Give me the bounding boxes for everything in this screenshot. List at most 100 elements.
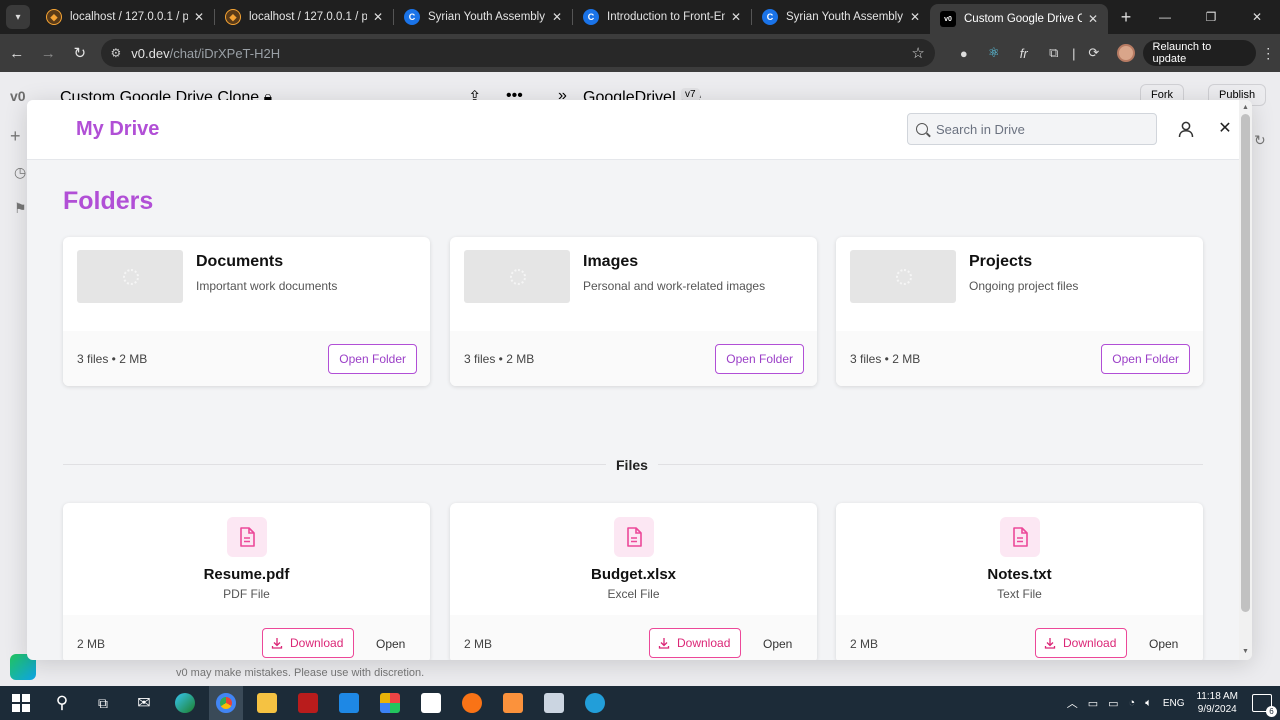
tray-chevron-icon[interactable]: ︿ [1067,695,1078,711]
forward-arrow-icon[interactable]: → [34,38,64,68]
scroll-up-icon[interactable]: ▲ [1242,104,1249,111]
browser-tab-active[interactable]: v0 Custom Google Drive Clon ✕ [930,4,1108,34]
scroll-down-icon[interactable]: ▼ [1242,648,1249,655]
download-icon [271,638,283,649]
app-header: My Drive ✕ [27,100,1239,160]
volume-icon[interactable]: 🔈︎ [1145,697,1152,710]
minimize-icon[interactable]: — [1142,0,1188,34]
battery-icon[interactable]: ▭ [1108,697,1118,710]
puzzle-extensions-icon[interactable]: ⧉ [1039,39,1069,67]
extension-icon[interactable]: ● [949,39,979,67]
tray-app-icon[interactable]: ▭ [1088,697,1098,710]
sync-icon[interactable]: ⟳ [1079,39,1109,67]
app-icon-red[interactable] [291,686,325,720]
close-icon[interactable]: ✕ [910,10,920,24]
wifi-icon[interactable]: ◔ [1129,697,1136,709]
search-box[interactable] [907,113,1157,145]
reload-icon[interactable]: ↻ [65,38,95,68]
folder-thumbnail [77,250,183,303]
tab-title: localhost / 127.0.0.1 / paym [70,11,188,23]
maximize-icon[interactable]: ❐ [1188,0,1234,34]
notification-icon[interactable]: 6 [1252,694,1277,717]
close-icon[interactable]: ✕ [194,10,204,24]
url-path: /chat/iDrXPeT-H2H [169,45,281,61]
new-chat-icon[interactable]: + [10,126,21,147]
user-icon[interactable] [1177,120,1195,138]
open-file-button[interactable]: Open [763,637,792,651]
v0-icon: v0 [940,11,956,27]
browser-tab[interactable]: ◆ localhost / 127.0.0.1 / paym ✕ [215,0,393,34]
folder-card: Images Personal and work-related images … [450,237,817,386]
file-icon [614,517,654,557]
v0-logo[interactable]: v0 [10,88,26,104]
task-view-icon[interactable]: ⧉ [86,686,120,720]
new-tab-button[interactable]: + [1112,3,1140,31]
chrome-icon[interactable] [209,686,243,720]
open-file-button[interactable]: Open [1149,637,1178,651]
vscode-icon[interactable] [332,686,366,720]
file-size: 2 MB [77,637,106,651]
projects-icon[interactable]: ⚑ [14,200,27,217]
tab-title: Syrian Youth Assembly|Glo [428,11,546,23]
site-info-icon[interactable]: ⚙ [111,46,122,60]
browser-tab[interactable]: C Syrian Youth Assembly|Glo ✕ [394,0,572,34]
browser-tab-strip: ▾ ◆ localhost / 127.0.0.1 / paym ✕ ◆ loc… [0,0,1280,34]
close-icon[interactable]: ✕ [731,10,741,24]
url-host: v0.dev [131,45,170,61]
history-icon[interactable]: ◷ [14,164,26,181]
code-editor-icon[interactable] [414,686,448,720]
folder-description: Personal and work-related images [583,279,766,293]
bookmark-star-icon[interactable]: ☆ [911,44,924,62]
tab-title: Introduction to Front-End [607,11,725,23]
download-button[interactable]: Download [649,628,742,658]
folder-card: Documents Important work documents 3 fil… [63,237,430,386]
folder-footer: 3 files • 2 MB Open Folder [836,331,1203,386]
close-icon[interactable]: ✕ [373,10,383,24]
browser-tab[interactable]: ◆ localhost / 127.0.0.1 / paym ✕ [36,0,214,34]
file-footer: 2 MB Download Open [836,615,1203,660]
c-icon: C [583,9,599,25]
close-icon[interactable]: ✕ [1088,12,1098,26]
download-label: Download [1063,636,1117,650]
back-arrow-icon[interactable]: ← [2,38,32,68]
font-extension-icon[interactable]: fr [1009,39,1039,67]
close-icon[interactable]: ✕ [1217,118,1233,138]
clock[interactable]: 11:18 AM 9/9/2024 [1196,690,1238,716]
app-icon-multicolor[interactable] [373,686,407,720]
file-explorer-icon[interactable] [250,686,284,720]
scroll-thumb[interactable] [1241,114,1250,612]
app-icon-gray[interactable] [537,686,571,720]
file-card: Budget.xlsx Excel File 2 MB Download Ope… [450,503,817,660]
refresh-icon[interactable]: ↻ [1254,132,1266,149]
close-icon[interactable]: ✕ [552,10,562,24]
close-window-icon[interactable]: ✕ [1234,0,1280,34]
mail-icon[interactable]: ✉ [127,686,161,720]
edge-icon[interactable] [168,686,202,720]
profile-avatar[interactable] [1116,44,1135,62]
language-indicator[interactable]: ENG [1163,698,1185,709]
open-folder-button[interactable]: Open Folder [715,344,804,374]
file-card: Resume.pdf PDF File 2 MB Download Open [63,503,430,660]
c-icon: C [404,9,420,25]
open-file-button[interactable]: Open [376,637,405,651]
folder-meta: 3 files • 2 MB [77,352,148,366]
telegram-icon[interactable] [578,686,612,720]
react-devtools-icon[interactable]: ⚛ [979,39,1009,67]
browser-menu-icon[interactable]: ⋮ [1256,45,1280,62]
scrollbar[interactable]: ▲ ▼ [1239,100,1252,660]
address-bar[interactable]: ⚙ v0.dev/chat/iDrXPeT-H2H ☆ [100,39,935,67]
open-folder-button[interactable]: Open Folder [328,344,417,374]
browser-tab[interactable]: C Introduction to Front-End ✕ [573,0,751,34]
relaunch-button[interactable]: Relaunch to update [1142,40,1257,66]
open-folder-button[interactable]: Open Folder [1101,344,1190,374]
download-button[interactable]: Download [262,628,355,658]
postman-icon[interactable] [455,686,489,720]
xampp-icon[interactable] [496,686,530,720]
page-title: My Drive [76,118,160,140]
search-icon[interactable]: ⚲ [45,686,79,720]
browser-tab[interactable]: C Syrian Youth Assembly|Glo ✕ [752,0,930,34]
download-button[interactable]: Download [1035,628,1128,658]
search-input[interactable] [936,121,1136,137]
windows-start-icon[interactable] [4,686,38,720]
tab-search-button[interactable]: ▾ [6,5,30,29]
